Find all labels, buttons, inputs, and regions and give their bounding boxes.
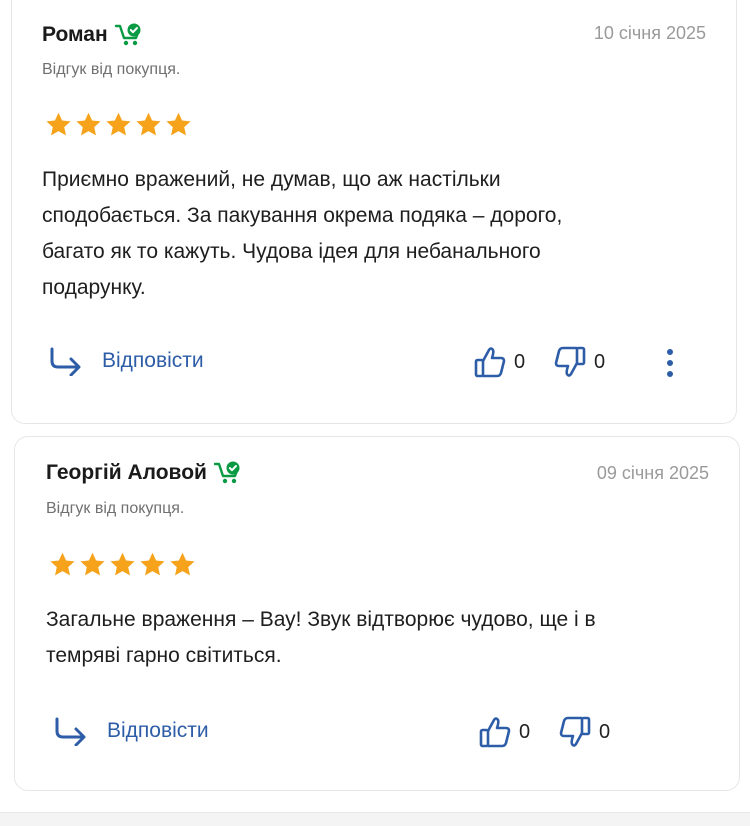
next-card-edge — [0, 812, 750, 826]
verified-buyer-icon — [213, 461, 240, 484]
verified-buyer-icon — [114, 23, 141, 46]
review-text-line: темряві гарно світиться. — [46, 644, 282, 667]
more-vertical-icon[interactable] — [662, 345, 678, 381]
star-icon — [136, 112, 161, 136]
reply-arrow-icon — [55, 717, 86, 746]
review-date: 10 січня 2025 — [593, 23, 706, 43]
thumbs-down-icon — [554, 346, 586, 377]
dislike-count: 0 — [594, 350, 606, 373]
dislike-button[interactable]: 0 — [554, 345, 605, 379]
reply-label: Відповісти — [102, 349, 204, 372]
review-subtitle: Відгук від покупця. — [42, 61, 181, 78]
review-text-line: подарунку. — [42, 276, 146, 299]
star-icon — [80, 552, 105, 576]
reply-button[interactable]: Відповісти — [48, 346, 204, 376]
review-author: Георгій Аловой — [46, 460, 243, 486]
like-count: 0 — [519, 720, 531, 743]
review-text-line: Загальне враження – Вау! Звук відтворює … — [46, 608, 596, 631]
author-name: Роман — [42, 23, 108, 46]
dislike-count: 0 — [599, 720, 611, 743]
reply-button[interactable]: Відповісти — [53, 716, 209, 746]
thumbs-up-icon — [474, 347, 506, 378]
thumbs-up-icon — [479, 717, 511, 748]
star-icon — [166, 112, 191, 136]
star-icon — [50, 552, 75, 576]
dislike-button[interactable]: 0 — [559, 715, 610, 749]
rating-stars — [44, 111, 193, 139]
reply-arrow-icon — [50, 347, 81, 376]
review-date: 09 січня 2025 — [596, 463, 709, 483]
thumbs-down-icon — [559, 716, 591, 747]
star-icon — [46, 112, 71, 136]
star-icon — [110, 552, 135, 576]
review-text: Приємно вражений, не думав, що аж настіл… — [42, 162, 562, 306]
star-icon — [170, 552, 195, 576]
review-text-line: Приємно вражений, не думав, що аж настіл… — [42, 168, 501, 191]
star-icon — [106, 112, 131, 136]
star-icon — [76, 112, 101, 136]
review-card: Роман 10 січня 2025 Відгук від покупця. … — [11, 0, 737, 424]
author-name: Георгій Аловой — [46, 461, 207, 484]
like-count: 0 — [514, 350, 526, 373]
review-author: Роман — [42, 22, 144, 48]
like-button[interactable]: 0 — [474, 345, 525, 379]
rating-stars — [48, 551, 197, 579]
star-icon — [140, 552, 165, 576]
review-subtitle: Відгук від покупця. — [46, 500, 185, 517]
review-text-line: сподобається. За пакування окрема подяка… — [42, 204, 563, 227]
review-text-line: багато як то кажуть. Чудова ідея для неб… — [42, 240, 541, 263]
review-card: Георгій Аловой 09 січня 2025 Відгук від … — [14, 436, 740, 791]
reply-label: Відповісти — [107, 719, 209, 742]
like-button[interactable]: 0 — [479, 715, 530, 749]
review-text: Загальне враження – Вау! Звук відтворює … — [46, 602, 596, 674]
